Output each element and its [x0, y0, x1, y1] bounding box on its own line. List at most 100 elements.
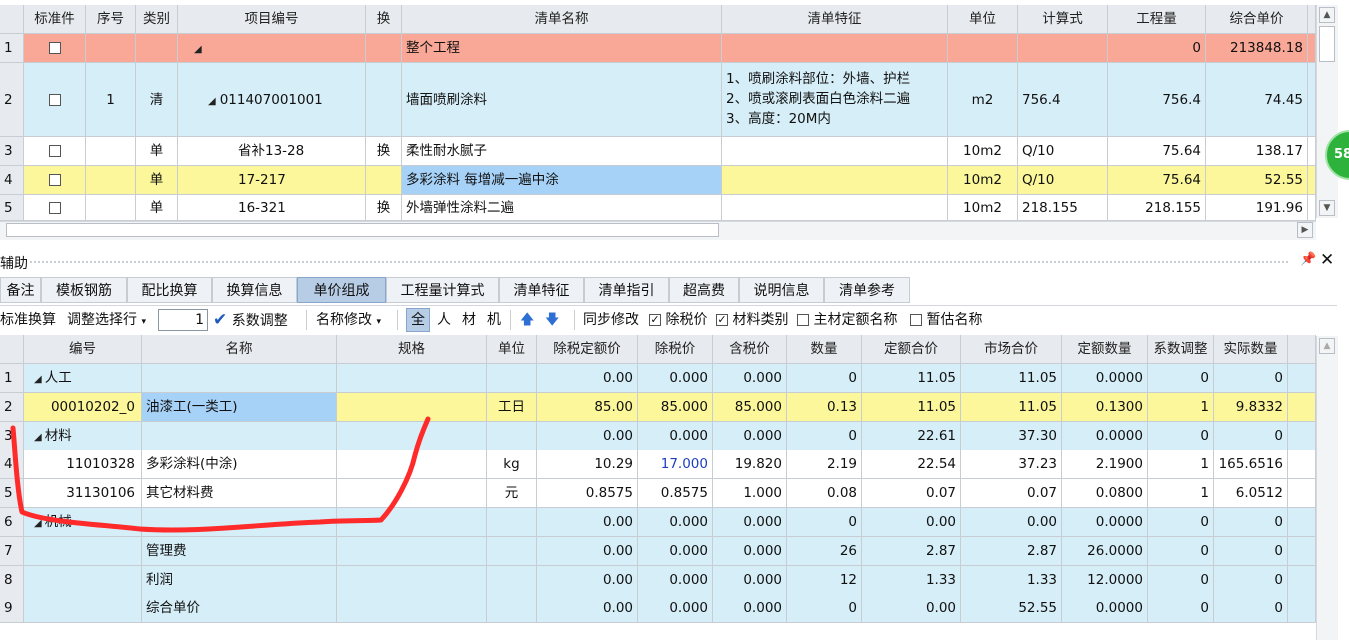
value-cell-c[interactable]: 0.000: [713, 508, 787, 537]
value-cell-a[interactable]: 0.00: [537, 421, 638, 451]
item-code-cell[interactable]: 11010328: [24, 450, 142, 480]
tab-3[interactable]: 换算信息: [212, 277, 297, 303]
tab-6[interactable]: 清单特征: [499, 277, 584, 303]
item-code-cell[interactable]: 31130106: [24, 479, 142, 509]
filter-material-button[interactable]: 材: [462, 307, 476, 333]
value-cell-h[interactable]: 0: [1148, 565, 1214, 595]
value-cell-b[interactable]: 0.000: [638, 508, 713, 537]
value-cell-a[interactable]: 0.8575: [537, 479, 638, 509]
bill-name-cell[interactable]: 外墙弹性涂料二遍: [402, 195, 722, 221]
value-cell-f[interactable]: 0.00: [961, 508, 1062, 537]
tab-5[interactable]: 工程量计算式: [386, 277, 499, 303]
quantity-cell[interactable]: 0: [1108, 34, 1206, 63]
column-header[interactable]: 综合单价: [1206, 5, 1308, 34]
bill-feature-cell[interactable]: [722, 34, 948, 63]
value-cell-a[interactable]: 10.29: [537, 450, 638, 480]
coef-adjust-button[interactable]: ✔ 系数调整: [213, 307, 288, 333]
column-header[interactable]: 类别: [136, 5, 178, 34]
checkbox-icon[interactable]: [48, 94, 61, 106]
value-cell-d[interactable]: 2.19: [787, 450, 862, 480]
value-cell-e[interactable]: 0.07: [862, 479, 961, 509]
filter-labor-button[interactable]: 人: [437, 307, 451, 333]
tax-price-checkbox[interactable]: ✓ 除税价: [649, 307, 707, 333]
value-cell-d[interactable]: 12: [787, 565, 862, 595]
move-down-icon[interactable]: 🡇: [545, 307, 559, 333]
scroll-up-arrow-icon[interactable]: ▲: [1319, 7, 1335, 23]
value-cell-f[interactable]: 37.23: [961, 450, 1062, 480]
bill-feature-cell[interactable]: 1、喷刷涂料部位：外墙、护栏 2、喷或滚刷表面白色涂料二遍 3、高度：20M内: [722, 63, 948, 137]
checkbox-icon[interactable]: [48, 145, 61, 157]
formula-cell[interactable]: 218.155: [1018, 195, 1108, 221]
tab-10[interactable]: 清单参考: [824, 277, 910, 303]
tab-4[interactable]: 单价组成: [297, 277, 386, 303]
value-cell-e[interactable]: 0.00: [862, 594, 961, 624]
item-code-cell[interactable]: [24, 536, 142, 566]
value-cell-c[interactable]: 0.000: [713, 421, 787, 451]
collapse-triangle-icon[interactable]: ◢: [34, 374, 42, 385]
checkbox-icon[interactable]: [48, 42, 61, 54]
value-cell-g[interactable]: 0.0000: [1062, 594, 1148, 624]
spec-cell[interactable]: [337, 594, 487, 624]
bill-feature-cell[interactable]: [722, 195, 948, 221]
column-header[interactable]: 项目编号: [178, 5, 366, 34]
tab-2[interactable]: 配比换算: [127, 277, 212, 303]
spec-cell[interactable]: [337, 565, 487, 595]
value-cell-b[interactable]: 0.000: [638, 421, 713, 451]
value-cell-h[interactable]: 0: [1148, 508, 1214, 537]
resource-name-cell[interactable]: 多彩涂料(中涂): [142, 450, 337, 480]
value-cell-f[interactable]: 11.05: [961, 392, 1062, 422]
item-code-cell[interactable]: 省补13-28: [178, 137, 366, 166]
value-cell-i[interactable]: 0: [1214, 565, 1288, 595]
value-cell-h[interactable]: 1: [1148, 479, 1214, 509]
value-cell-g[interactable]: 2.1900: [1062, 450, 1148, 480]
spec-cell[interactable]: [337, 536, 487, 566]
spec-cell[interactable]: [337, 392, 487, 422]
close-icon[interactable]: ✕: [1320, 250, 1334, 270]
spec-cell[interactable]: [337, 479, 487, 509]
value-cell-f[interactable]: 37.30: [961, 421, 1062, 451]
column-header[interactable]: 除税价: [638, 335, 713, 364]
column-header[interactable]: 定额合价: [862, 335, 961, 364]
scroll-down-arrow-icon[interactable]: ▼: [1319, 200, 1335, 216]
value-cell-e[interactable]: 11.05: [862, 392, 961, 422]
value-cell-i[interactable]: 0: [1214, 421, 1288, 451]
value-cell-g[interactable]: 0.0800: [1062, 479, 1148, 509]
resource-name-cell[interactable]: [142, 364, 337, 393]
item-code-cell[interactable]: [24, 594, 142, 624]
column-header[interactable]: 清单名称: [402, 5, 722, 34]
resource-name-cell[interactable]: 管理费: [142, 536, 337, 566]
value-cell-h[interactable]: 0: [1148, 364, 1214, 393]
value-cell-h[interactable]: 1: [1148, 450, 1214, 480]
item-code-cell[interactable]: 00010202_0: [24, 392, 142, 422]
column-header[interactable]: 系数调整: [1148, 335, 1214, 364]
tab-0[interactable]: 备注: [0, 277, 41, 303]
tab-1[interactable]: 模板钢筋: [41, 277, 127, 303]
quantity-cell[interactable]: 75.64: [1108, 166, 1206, 195]
tab-7[interactable]: 清单指引: [584, 277, 669, 303]
spec-cell[interactable]: [337, 450, 487, 480]
value-cell-e[interactable]: 22.61: [862, 421, 961, 451]
value-cell-b[interactable]: 0.8575: [638, 479, 713, 509]
column-header[interactable]: 序号: [86, 5, 136, 34]
column-header[interactable]: 定额数量: [1062, 335, 1148, 364]
value-cell-f[interactable]: 1.33: [961, 565, 1062, 595]
value-cell-g[interactable]: 0.0000: [1062, 364, 1148, 393]
item-code-cell[interactable]: ◢ 机械: [24, 508, 142, 537]
value-cell-e[interactable]: 1.33: [862, 565, 961, 595]
formula-cell[interactable]: [1018, 34, 1108, 63]
value-cell-d[interactable]: 0: [787, 421, 862, 451]
column-header[interactable]: 规格: [337, 335, 487, 364]
material-cat-checkbox[interactable]: ✓ 材料类别: [716, 307, 788, 333]
item-code-cell[interactable]: ◢ 材料: [24, 421, 142, 451]
formula-cell[interactable]: 756.4: [1018, 63, 1108, 137]
value-cell-a[interactable]: 0.00: [537, 536, 638, 566]
collapse-triangle-icon[interactable]: ◢: [194, 44, 202, 55]
value-cell-c[interactable]: 85.000: [713, 392, 787, 422]
value-cell-b[interactable]: 0.000: [638, 594, 713, 624]
item-code-cell[interactable]: 17-217: [178, 166, 366, 195]
resource-name-cell[interactable]: 其它材料费: [142, 479, 337, 509]
value-cell-c[interactable]: 0.000: [713, 536, 787, 566]
value-cell-d[interactable]: 0.08: [787, 479, 862, 509]
adjust-row-dropdown[interactable]: 调整选择行 ▾: [67, 307, 146, 333]
tab-9[interactable]: 说明信息: [739, 277, 824, 303]
